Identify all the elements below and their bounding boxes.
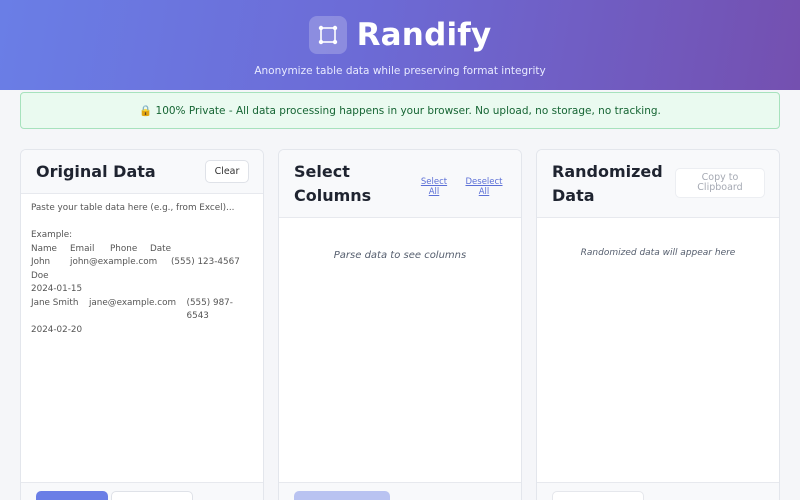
link-line: All <box>478 187 490 197</box>
link-line: Deselect <box>465 177 503 187</box>
placeholder-cell: (555) 987-6543 <box>186 297 233 322</box>
randomize-button[interactable] <box>294 491 390 500</box>
placeholder-header: Name <box>31 243 57 254</box>
placeholder-header-row: Name Email Phone Date <box>31 243 253 257</box>
placeholder-header: Date <box>150 243 172 254</box>
title-line: Columns <box>294 186 372 205</box>
parse-button[interactable] <box>36 491 108 500</box>
link-line: All <box>428 187 440 197</box>
randomized-data-header: Randomized Data Copy to Clipboard <box>537 150 779 218</box>
placeholder-example-label: Example: <box>31 230 73 240</box>
select-columns-panel: Select Columns Select All Deselect All P… <box>278 149 522 500</box>
placeholder-cell: Jane Smith <box>31 297 79 308</box>
select-columns-footer <box>279 482 521 500</box>
columns-empty-message: Parse data to see columns <box>333 250 467 261</box>
placeholder-row: John Doe john@example.com (555) 123-4567 <box>31 256 253 283</box>
randomized-empty-message: Randomized data will appear here <box>580 248 736 258</box>
data-input-textarea[interactable]: Paste your table data here (e.g., from E… <box>31 202 253 337</box>
copy-to-clipboard-button[interactable]: Copy to Clipboard <box>675 168 765 198</box>
placeholder-intro: Paste your table data here (e.g., from E… <box>31 203 235 213</box>
original-data-footer <box>21 482 263 500</box>
app-title: Randify <box>356 17 492 53</box>
original-data-title: Original Data <box>36 162 156 181</box>
randomized-data-title: Randomized Data <box>552 160 663 208</box>
title-line: Select <box>294 162 350 181</box>
placeholder-header: Email <box>70 243 95 254</box>
placeholder-cell: 2024-02-20 <box>31 324 83 335</box>
original-data-panel: Original Data Clear Paste your table dat… <box>20 149 264 500</box>
privacy-notice-text: 🔒 100% Private - All data processing hap… <box>139 105 661 117</box>
select-all-link[interactable]: Select All <box>417 177 451 197</box>
select-columns-title: Select Columns <box>294 160 371 208</box>
app-subtitle: Anonymize table data while preserving fo… <box>254 65 546 77</box>
placeholder-header: Phone <box>110 243 138 254</box>
download-button[interactable] <box>552 491 644 500</box>
title-line: Data <box>552 186 595 205</box>
placeholder-cell: 2024-01-15 <box>31 284 83 294</box>
button-line: Clipboard <box>697 182 743 193</box>
link-line: Select <box>420 177 448 187</box>
privacy-notice: 🔒 100% Private - All data processing hap… <box>20 92 780 129</box>
deselect-all-link[interactable]: Deselect All <box>463 177 505 197</box>
randomized-data-footer <box>537 482 779 500</box>
randomized-data-panel: Randomized Data Copy to Clipboard Random… <box>536 149 780 500</box>
brand: Randify <box>0 16 800 54</box>
secondary-button[interactable] <box>111 491 193 500</box>
placeholder-row: Jane Smith jane@example.com (555) 987-65… <box>31 297 253 324</box>
app-header: Randify Anonymize table data while prese… <box>0 0 800 90</box>
placeholder-cell: jane@example.com <box>88 297 177 308</box>
crop-square-icon <box>308 16 347 54</box>
clear-button[interactable]: Clear <box>205 160 249 183</box>
placeholder-cell: (555) 123-4567 <box>171 257 240 267</box>
placeholder-cell: John Doe <box>31 257 51 281</box>
original-data-header: Original Data Clear <box>21 150 263 194</box>
title-line: Randomized <box>552 162 663 181</box>
select-columns-header: Select Columns Select All Deselect All <box>279 150 521 218</box>
placeholder-cell: john@example.com <box>70 257 158 267</box>
